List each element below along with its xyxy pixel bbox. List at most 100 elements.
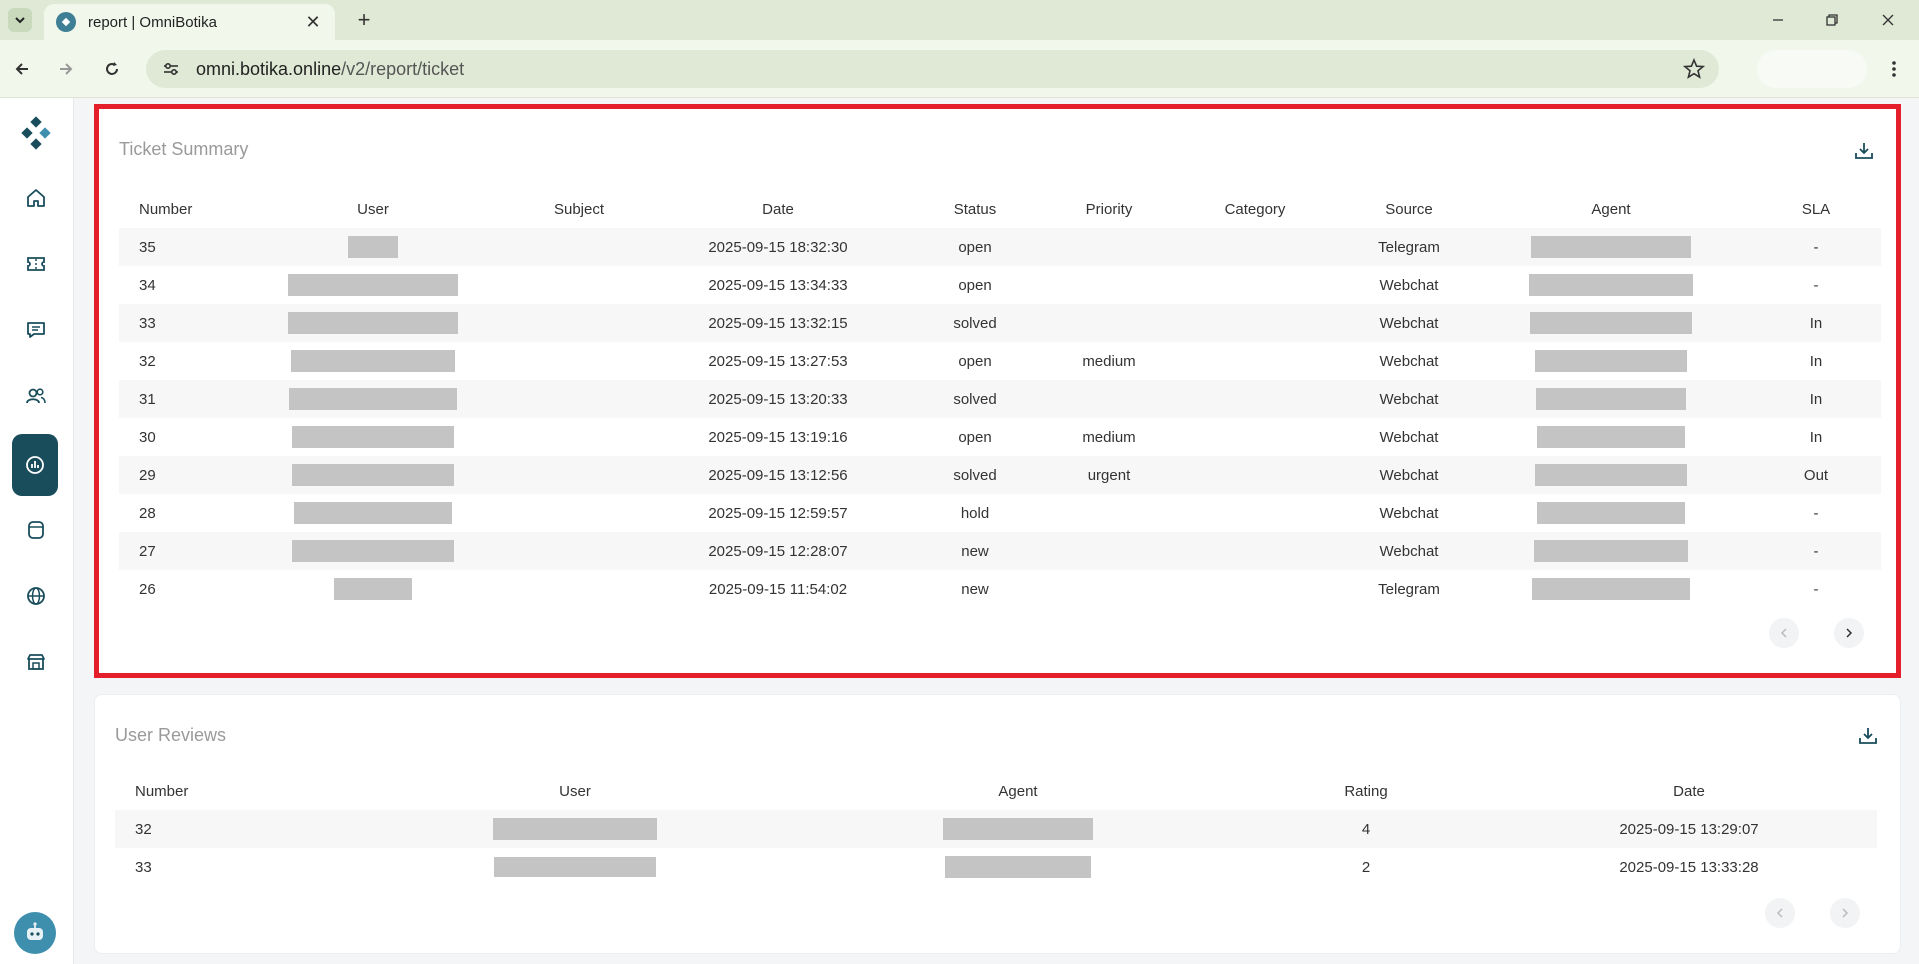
restore-button[interactable] bbox=[1814, 6, 1850, 34]
column-header[interactable]: Source bbox=[1347, 190, 1471, 228]
new-tab-button[interactable]: + bbox=[350, 6, 378, 34]
close-tab-icon[interactable]: ✕ bbox=[303, 12, 323, 33]
column-header[interactable]: Status bbox=[895, 190, 1055, 228]
column-header[interactable]: Category bbox=[1163, 190, 1347, 228]
table-row[interactable]: 33 2 2025-09-15 13:33:28 bbox=[115, 848, 1877, 886]
minimize-button[interactable] bbox=[1760, 6, 1796, 34]
reload-button[interactable] bbox=[98, 55, 126, 83]
status-cell: open bbox=[958, 276, 992, 294]
omnibotika-favicon-icon bbox=[56, 12, 76, 32]
date-cell: 2025-09-15 13:19:16 bbox=[708, 428, 848, 446]
table-row[interactable]: 32 2025-09-15 13:27:53 open medium Webch… bbox=[119, 342, 1881, 380]
redacted-user bbox=[292, 540, 454, 562]
chevron-down-icon bbox=[15, 17, 25, 24]
redacted-user bbox=[294, 502, 452, 524]
bot-assistant-button[interactable] bbox=[14, 912, 56, 954]
table-row[interactable]: 30 2025-09-15 13:19:16 open medium Webch… bbox=[119, 418, 1881, 456]
category-cell bbox=[1163, 304, 1347, 342]
column-header[interactable]: SLA bbox=[1751, 190, 1881, 228]
tab-search-button[interactable] bbox=[8, 8, 32, 32]
browser-tab[interactable]: report | OmniBotika ✕ bbox=[44, 4, 335, 40]
ticket-number: 33 bbox=[119, 304, 249, 342]
column-header[interactable]: User bbox=[249, 190, 497, 228]
table-row[interactable]: 26 2025-09-15 11:54:02 new Telegram - bbox=[119, 570, 1881, 608]
sidebar-item-store[interactable] bbox=[14, 640, 58, 684]
priority-cell bbox=[1055, 266, 1163, 304]
column-header[interactable]: User bbox=[345, 772, 805, 810]
table-header-row: Number User Subject Date Status Priority… bbox=[119, 190, 1881, 228]
table-row[interactable]: 27 2025-09-15 12:28:07 new Webchat - bbox=[119, 532, 1881, 570]
status-cell: open bbox=[958, 352, 992, 370]
redacted-user bbox=[494, 857, 656, 877]
reload-icon bbox=[106, 62, 118, 75]
category-cell bbox=[1163, 228, 1347, 266]
subject-cell bbox=[497, 570, 661, 608]
sla-cell: - bbox=[1751, 228, 1881, 266]
home-icon bbox=[27, 189, 45, 207]
sidebar-item-channels[interactable] bbox=[14, 574, 58, 618]
table-row[interactable]: 31 2025-09-15 13:20:33 solved Webchat In bbox=[119, 380, 1881, 418]
profile-button[interactable] bbox=[1757, 50, 1867, 88]
sidebar-item-chat[interactable] bbox=[14, 308, 58, 352]
table-row[interactable]: 29 2025-09-15 13:12:56 solved urgent Web… bbox=[119, 456, 1881, 494]
subject-cell bbox=[497, 494, 661, 532]
sidebar-item-users[interactable] bbox=[14, 374, 58, 418]
table-header-row: Number User Agent Rating Date bbox=[115, 772, 1877, 810]
sidebar-item-tickets[interactable] bbox=[14, 242, 58, 286]
next-page-button[interactable] bbox=[1834, 618, 1864, 648]
table-row[interactable]: 32 4 2025-09-15 13:29:07 bbox=[115, 810, 1877, 848]
close-window-button[interactable] bbox=[1870, 6, 1906, 34]
ticket-summary-card: Ticket Summary Number User Subject Date … bbox=[94, 104, 1901, 678]
reviews-table: Number User Agent Rating Date 32 4 2025-… bbox=[115, 772, 1877, 886]
priority-cell: medium bbox=[1082, 352, 1136, 370]
download-icon[interactable] bbox=[1856, 724, 1880, 748]
forward-button[interactable] bbox=[52, 55, 80, 83]
table-row[interactable]: 35 2025-09-15 18:32:30 open Telegram - bbox=[119, 228, 1881, 266]
redacted-agent bbox=[943, 818, 1093, 840]
column-header[interactable]: Number bbox=[119, 190, 249, 228]
table-row[interactable]: 33 2025-09-15 13:32:15 solved Webchat In bbox=[119, 304, 1881, 342]
column-header[interactable]: Date bbox=[661, 190, 895, 228]
date-cell: 2025-09-15 13:20:33 bbox=[661, 380, 895, 418]
date-cell: 2025-09-15 18:32:30 bbox=[661, 228, 895, 266]
sidebar-item-reports[interactable] bbox=[12, 434, 58, 496]
review-number: 32 bbox=[115, 810, 345, 848]
source-cell: Webchat bbox=[1347, 304, 1471, 342]
prev-page-button[interactable] bbox=[1769, 618, 1799, 648]
download-icon[interactable] bbox=[1852, 139, 1876, 163]
date-cell: 2025-09-15 13:12:56 bbox=[661, 456, 895, 494]
globe-icon bbox=[27, 587, 45, 605]
sidebar-item-knowledge[interactable] bbox=[14, 508, 58, 552]
column-header[interactable]: Agent bbox=[805, 772, 1231, 810]
table-row[interactable]: 34 2025-09-15 13:34:33 open Webchat - bbox=[119, 266, 1881, 304]
column-header[interactable]: Rating bbox=[1231, 772, 1501, 810]
table-row[interactable]: 28 2025-09-15 12:59:57 hold Webchat - bbox=[119, 494, 1881, 532]
column-header[interactable]: Date bbox=[1501, 772, 1877, 810]
date-cell: 2025-09-15 13:33:28 bbox=[1619, 858, 1759, 876]
ticket-number: 27 bbox=[119, 532, 249, 570]
omnibotika-logo-icon[interactable] bbox=[19, 116, 53, 150]
chevron-left-icon bbox=[1780, 628, 1787, 638]
column-header[interactable]: Priority bbox=[1055, 190, 1163, 228]
address-bar[interactable]: omni.botika.online/v2/report/ticket bbox=[146, 50, 1719, 88]
column-header[interactable]: Number bbox=[115, 772, 345, 810]
user-reviews-card: User Reviews Number User Agent Rating Da… bbox=[94, 694, 1901, 954]
redacted-user bbox=[292, 426, 454, 448]
category-cell bbox=[1163, 532, 1347, 570]
site-settings-icon[interactable] bbox=[160, 58, 182, 80]
bookmark-star-icon[interactable] bbox=[1683, 58, 1705, 80]
sidebar-item-home[interactable] bbox=[14, 176, 58, 220]
prev-page-button[interactable] bbox=[1765, 898, 1795, 928]
user-cell bbox=[249, 532, 497, 570]
user-cell bbox=[249, 228, 497, 266]
next-page-button[interactable] bbox=[1830, 898, 1860, 928]
sla-cell: - bbox=[1813, 504, 1819, 522]
subject-cell bbox=[497, 532, 661, 570]
rating-cell: 2 bbox=[1361, 858, 1371, 876]
back-button[interactable] bbox=[8, 55, 36, 83]
category-cell bbox=[1163, 342, 1347, 380]
browser-menu-button[interactable] bbox=[1880, 55, 1908, 83]
column-header[interactable]: Agent bbox=[1471, 190, 1751, 228]
redacted-user bbox=[288, 312, 458, 334]
column-header[interactable]: Subject bbox=[497, 190, 661, 228]
